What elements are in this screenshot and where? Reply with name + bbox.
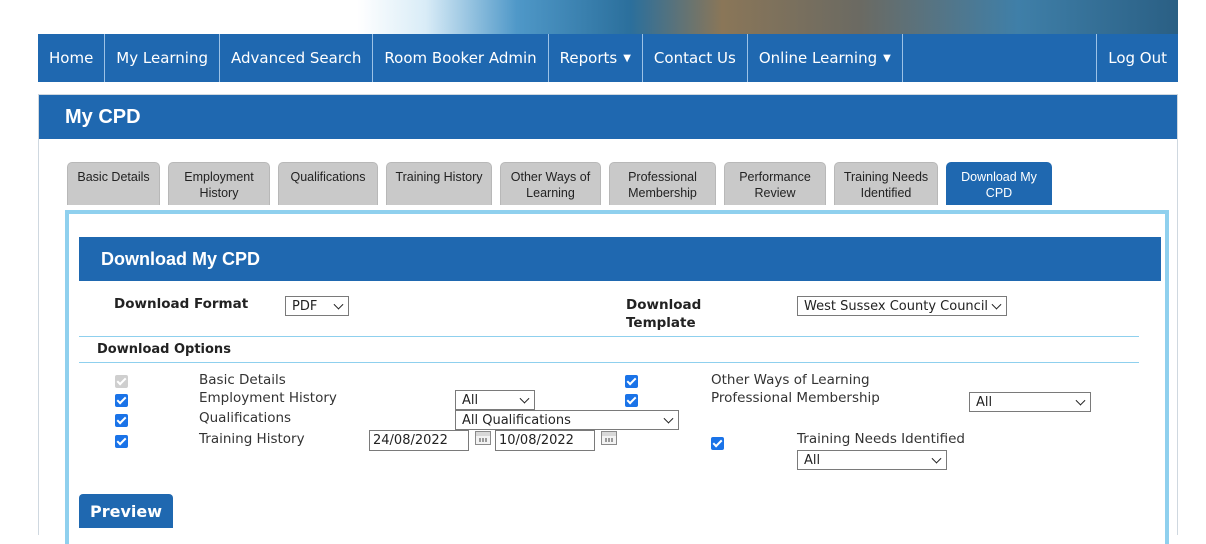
other-ways-label: Other Ways of Learning — [711, 372, 870, 388]
download-section-title: Download My CPD — [79, 237, 1161, 281]
basic-details-checkbox — [115, 375, 128, 388]
training-needs-checkbox[interactable] — [711, 437, 724, 450]
tab-employment-history[interactable]: Employment History — [168, 162, 270, 205]
basic-details-label: Basic Details — [199, 372, 286, 388]
calendar-icon[interactable] — [601, 431, 617, 445]
page-title: My CPD — [39, 95, 1177, 139]
tab-performance-review[interactable]: Performance Review — [724, 162, 826, 205]
training-history-checkbox[interactable] — [115, 435, 128, 448]
training-date-from-input[interactable]: 24/08/2022 — [369, 430, 469, 451]
tab-professional-membership[interactable]: Professional Membership — [609, 162, 716, 205]
nav-room-booker-admin[interactable]: Room Booker Admin — [373, 34, 549, 82]
tab-qualifications[interactable]: Qualifications — [278, 162, 378, 205]
chevron-down-icon — [519, 393, 530, 404]
tab-download-my-cpd[interactable]: Download My CPD — [946, 162, 1052, 205]
tab-basic-details[interactable]: Basic Details — [67, 162, 160, 205]
qualifications-label: Qualifications — [199, 410, 292, 426]
nav-advanced-search[interactable]: Advanced Search — [220, 34, 374, 82]
chevron-down-icon — [333, 299, 344, 310]
tab-training-needs-identified[interactable]: Training Needs Identified — [834, 162, 938, 205]
chevron-down-icon — [663, 413, 674, 424]
caret-down-icon: ▼ — [883, 52, 891, 64]
qualifications-filter-select[interactable]: All Qualifications — [455, 410, 679, 430]
training-history-label: Training History — [199, 431, 305, 447]
main-nav: Home My Learning Advanced Search Room Bo… — [38, 34, 1178, 82]
nav-contact-us[interactable]: Contact Us — [643, 34, 748, 82]
training-needs-filter-select[interactable]: All — [797, 450, 947, 470]
caret-down-icon: ▼ — [623, 52, 631, 64]
nav-reports[interactable]: Reports ▼ — [549, 34, 643, 82]
download-content: Download My CPD Download Format PDF Down… — [65, 210, 1169, 544]
tab-other-ways-of-learning[interactable]: Other Ways of Learning — [500, 162, 601, 205]
professional-membership-filter-select[interactable]: All — [969, 392, 1091, 412]
divider — [79, 336, 1139, 337]
download-template-select[interactable]: West Sussex County Council — [797, 296, 1007, 316]
employment-history-checkbox[interactable] — [115, 394, 128, 407]
preview-button[interactable]: Preview — [79, 494, 173, 528]
tab-training-history[interactable]: Training History — [386, 162, 492, 205]
professional-membership-checkbox[interactable] — [625, 394, 638, 407]
nav-spacer — [903, 34, 1098, 82]
cpd-panel: My CPD Basic Details Employment History … — [38, 94, 1178, 544]
nav-home[interactable]: Home — [38, 34, 106, 82]
training-date-to-input[interactable]: 10/08/2022 — [495, 430, 595, 451]
download-options-label: Download Options — [97, 342, 231, 357]
download-template-label: Download Template — [626, 297, 702, 331]
chevron-down-icon — [931, 453, 942, 464]
nav-my-learning[interactable]: My Learning — [105, 34, 221, 82]
divider — [79, 362, 1139, 363]
nav-log-out[interactable]: Log Out — [1097, 34, 1178, 82]
download-format-label: Download Format — [114, 296, 249, 312]
employment-history-label: Employment History — [199, 390, 337, 406]
chevron-down-icon — [1075, 395, 1086, 406]
calendar-icon[interactable] — [475, 431, 491, 445]
nav-online-learning[interactable]: Online Learning ▼ — [748, 34, 903, 82]
professional-membership-label: Professional Membership — [711, 390, 880, 406]
chevron-down-icon — [991, 299, 1002, 310]
qualifications-checkbox[interactable] — [115, 414, 128, 427]
employment-history-filter-select[interactable]: All — [455, 390, 535, 410]
training-needs-label: Training Needs Identified — [797, 431, 965, 447]
other-ways-checkbox[interactable] — [625, 375, 638, 388]
header-banner-image — [38, 0, 1178, 34]
download-format-select[interactable]: PDF — [285, 296, 349, 316]
cpd-tabs: Basic Details Employment History Qualifi… — [67, 162, 1060, 205]
